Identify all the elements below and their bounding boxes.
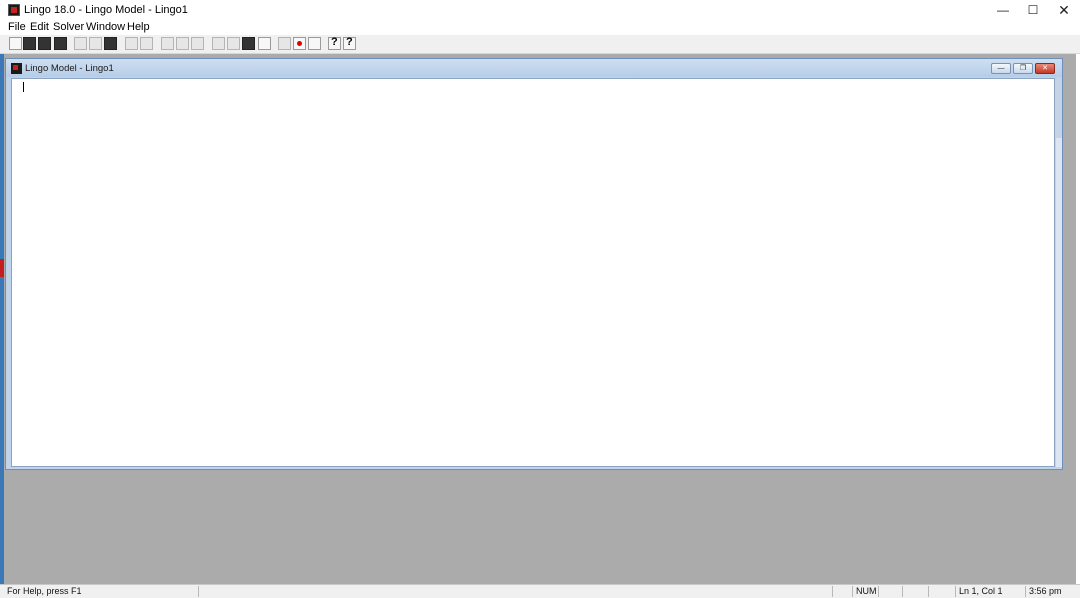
send-to-back-icon[interactable]: [278, 37, 291, 50]
undo-icon[interactable]: [125, 37, 138, 50]
find-icon[interactable]: [161, 37, 174, 50]
help-pointer-icon[interactable]: [343, 36, 356, 50]
close-button[interactable]: ✕: [1049, 0, 1079, 20]
save-icon[interactable]: [38, 37, 51, 50]
model-window[interactable]: Lingo Model - Lingo1 — ❐ ✕: [5, 58, 1063, 470]
status-pane-scroll: [878, 586, 902, 597]
menu-edit[interactable]: Edit: [30, 21, 49, 33]
matrix-picture-icon[interactable]: [258, 37, 271, 50]
menu-window[interactable]: Window: [86, 21, 125, 33]
status-bar: For Help, press F1 NUM Ln 1, Col 1 3:56 …: [0, 584, 1080, 598]
menu-file[interactable]: File: [8, 21, 26, 33]
cut-icon[interactable]: [74, 37, 87, 50]
maximize-button[interactable]: ☐: [1018, 0, 1048, 20]
goto-line-icon[interactable]: [191, 37, 204, 50]
model-minimize-button[interactable]: —: [991, 63, 1011, 74]
status-pane-ovr: [902, 586, 928, 597]
vertical-scrollbar[interactable]: [1056, 78, 1062, 467]
open-icon[interactable]: [23, 37, 36, 50]
solution-icon[interactable]: [242, 37, 255, 50]
solve-icon[interactable]: [227, 37, 240, 50]
find-next-icon[interactable]: [176, 37, 189, 50]
match-parenthesis-icon[interactable]: [212, 37, 225, 50]
background-window-mark: [0, 259, 4, 277]
toolbar: [0, 35, 1080, 54]
tile-icon[interactable]: [308, 37, 321, 50]
menu-solver[interactable]: Solver: [53, 21, 84, 33]
help-icon[interactable]: [328, 36, 341, 50]
new-icon[interactable]: [9, 37, 22, 50]
menu-help[interactable]: Help: [127, 21, 150, 33]
scrollbar-thumb[interactable]: [1056, 78, 1062, 138]
status-num: NUM: [852, 586, 878, 597]
model-window-titlebar[interactable]: Lingo Model - Lingo1 — ❐ ✕: [6, 59, 1062, 77]
copy-icon[interactable]: [89, 37, 102, 50]
status-pane-extra: [928, 586, 955, 597]
title-bar[interactable]: Lingo 18.0 - Lingo Model - Lingo1 — ☐ ✕: [0, 0, 1080, 20]
window-title: Lingo 18.0 - Lingo Model - Lingo1: [24, 4, 188, 16]
status-pane-empty: [198, 586, 832, 597]
minimize-button[interactable]: —: [988, 0, 1018, 20]
status-help-text: For Help, press F1: [7, 586, 82, 596]
model-window-title: Lingo Model - Lingo1: [25, 63, 114, 74]
model-close-button[interactable]: ✕: [1035, 63, 1055, 74]
menu-bar: File Edit Solver Window Help: [0, 20, 1080, 34]
paste-icon[interactable]: [104, 37, 117, 50]
background-window-edge: [0, 54, 4, 584]
text-caret: [23, 82, 24, 92]
close-all-icon[interactable]: [293, 37, 306, 50]
lingo-app-icon: [8, 4, 20, 16]
redo-icon[interactable]: [140, 37, 153, 50]
model-editor[interactable]: [11, 78, 1055, 467]
status-pane-caps: [832, 586, 852, 597]
lingo-doc-icon: [11, 63, 22, 74]
model-restore-button[interactable]: ❐: [1013, 63, 1033, 74]
status-time: 3:56 pm: [1025, 586, 1073, 597]
print-icon[interactable]: [54, 37, 67, 50]
status-position: Ln 1, Col 1: [955, 586, 1025, 597]
